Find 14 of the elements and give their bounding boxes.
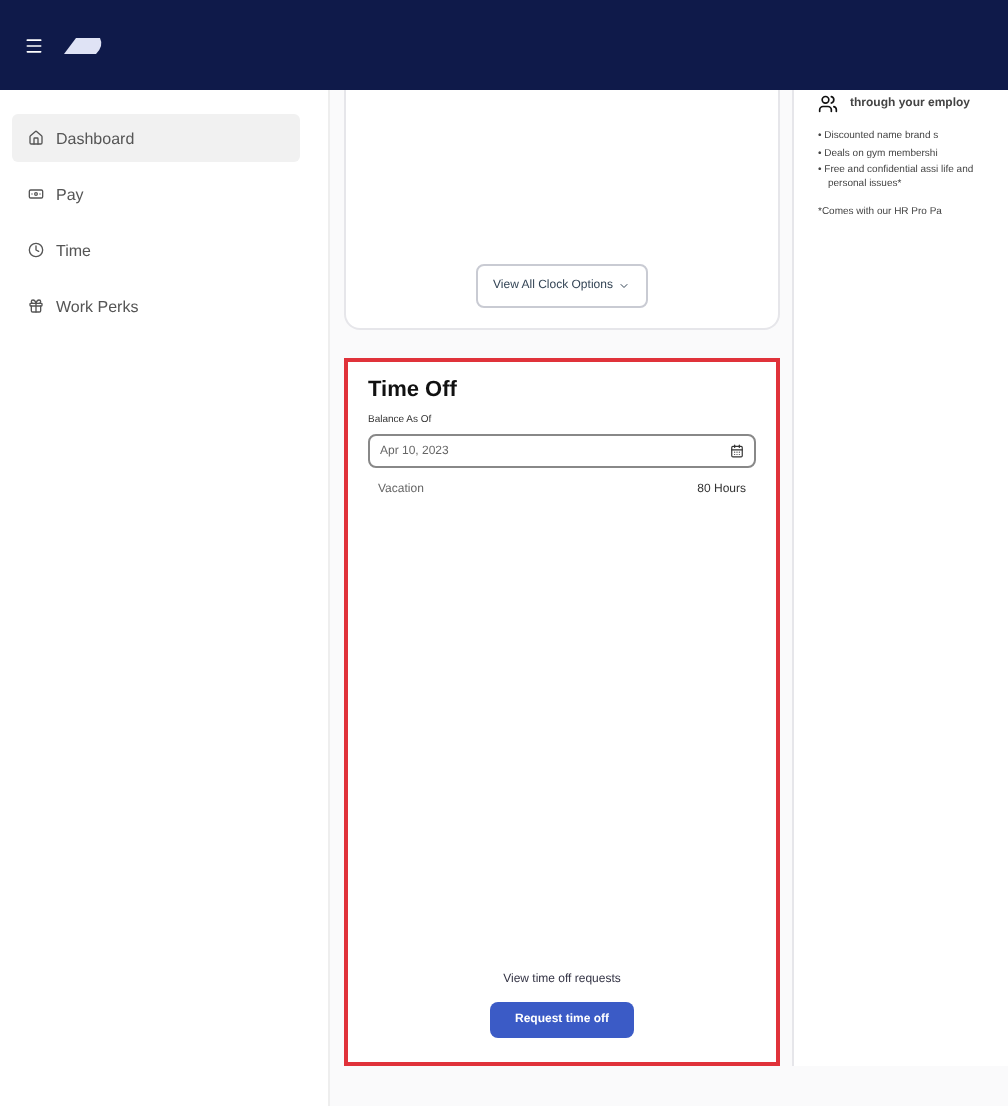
menu-icon[interactable]	[24, 35, 44, 55]
banknote-icon	[28, 186, 44, 202]
logo-icon	[60, 35, 104, 55]
sidebar-item[interactable]: Work Perks	[12, 282, 300, 330]
calendar-icon[interactable]	[730, 444, 744, 458]
people-icon	[818, 94, 838, 114]
home-icon	[28, 130, 44, 146]
clock-icon	[28, 242, 44, 258]
sidebar-item[interactable]: Time	[12, 226, 300, 274]
sidebar-item[interactable]: Dashboard	[12, 114, 300, 162]
card-title: Time Off	[368, 378, 459, 402]
gift-icon	[28, 298, 44, 314]
chevron-down-icon	[618, 280, 631, 292]
sidebar-item[interactable]: Pay	[12, 170, 300, 218]
